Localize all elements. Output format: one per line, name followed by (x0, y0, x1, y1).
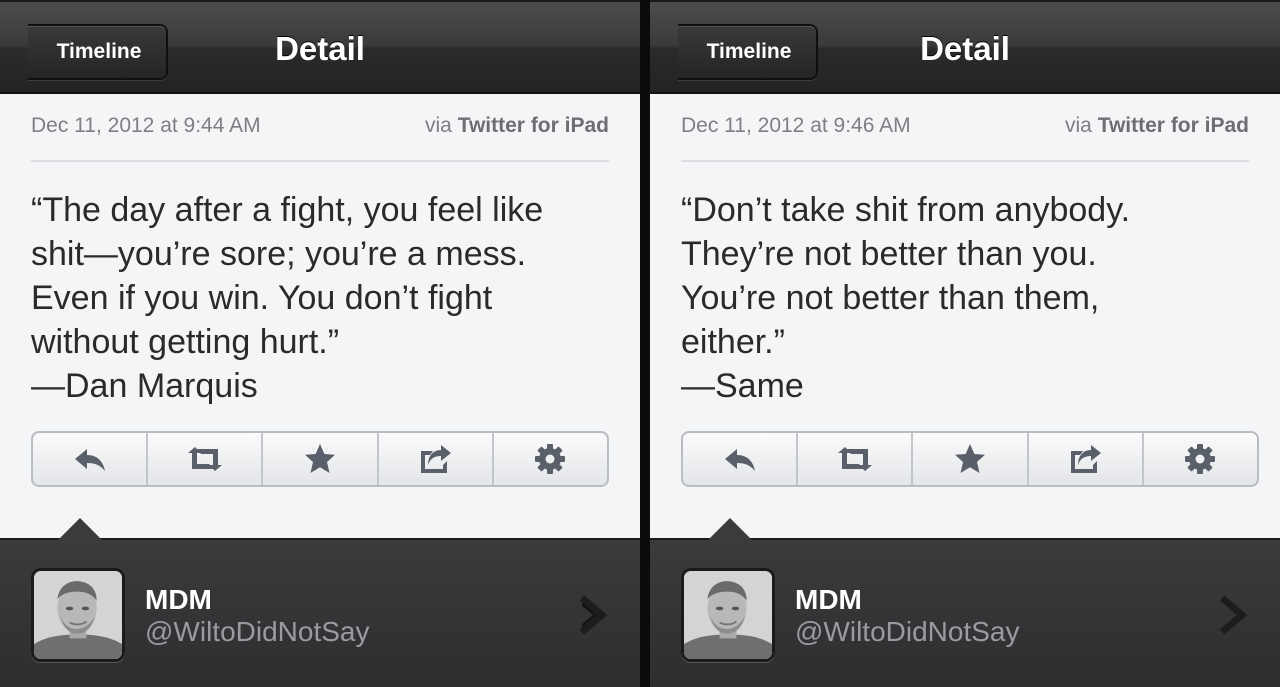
star-icon (305, 444, 335, 473)
settings-button[interactable] (494, 433, 607, 485)
gear-icon (1185, 444, 1216, 474)
share-icon (421, 445, 452, 473)
tweet-detail-screen-left: Timeline Detail Dec 11, 2012 at 9:44 AM … (0, 0, 640, 687)
avatar-photo (684, 571, 772, 659)
tweet-timestamp: Dec 11, 2012 at 9:46 AM (681, 114, 911, 137)
tweet-action-bar (31, 431, 609, 487)
author-name: MDM (145, 584, 212, 615)
retweet-icon (837, 447, 872, 471)
tweet-line: shit—you’re sore; you’re a mess. (31, 235, 527, 273)
retweet-icon (187, 447, 222, 471)
pointer-notch (58, 518, 102, 540)
favorite-button[interactable] (913, 433, 1029, 485)
reply-button[interactable] (683, 433, 799, 485)
gear-icon (535, 444, 566, 474)
via-prefix: via (425, 114, 452, 137)
tweet-line: Even if you win. You don’t fight (31, 279, 493, 317)
tweet-detail-screen-right: Timeline Detail Dec 11, 2012 at 9:46 AM … (650, 0, 1280, 687)
author-name: MDM (795, 584, 862, 615)
share-button[interactable] (379, 433, 494, 485)
author-profile-row[interactable]: MDM @WiltoDidNotSay (0, 518, 640, 687)
author-handle: @WiltoDidNotSay (795, 616, 1020, 647)
avatar[interactable] (31, 568, 125, 662)
share-button[interactable] (1029, 433, 1144, 485)
reply-icon (724, 449, 755, 471)
retweet-button[interactable] (798, 433, 914, 485)
divider (681, 160, 1249, 162)
tweet-action-bar (681, 431, 1259, 487)
via-prefix: via (1065, 114, 1092, 137)
tweet-text: “The day after a fight, you feel like sh… (31, 188, 620, 408)
tweet-line: either.” (681, 323, 785, 361)
reply-button[interactable] (33, 433, 149, 485)
tweet-meta: Dec 11, 2012 at 9:46 AM via Twitter for … (681, 114, 1249, 144)
navigation-bar: Timeline Detail (0, 0, 640, 94)
page-title: Detail (275, 30, 365, 67)
tweet-line: “Don’t take shit from anybody. (681, 191, 1131, 229)
pointer-notch (708, 518, 752, 540)
chevron-right-icon[interactable] (1218, 592, 1250, 638)
favorite-button[interactable] (263, 433, 379, 485)
tweet-line: “The day after a fight, you feel like (31, 191, 544, 229)
tweet-line: You’re not better than them, (681, 279, 1100, 317)
tweet-line: —Same (681, 367, 804, 405)
tweet-timestamp: Dec 11, 2012 at 9:44 AM (31, 114, 261, 137)
tweet-meta: Dec 11, 2012 at 9:44 AM via Twitter for … (31, 114, 609, 144)
share-icon (1071, 445, 1102, 473)
page-title: Detail (920, 30, 1010, 67)
tweet-line: —Dan Marquis (31, 367, 258, 405)
screen-divider (640, 0, 650, 687)
tweet-line: without getting hurt.” (31, 323, 340, 361)
source-link[interactable]: Twitter for iPad (1098, 114, 1249, 137)
tweet-line: They’re not better than you. (681, 235, 1097, 273)
navigation-bar: Timeline Detail (650, 0, 1280, 94)
chevron-right-icon[interactable] (578, 592, 610, 638)
tweet-source: via Twitter for iPad (1065, 114, 1249, 138)
source-link[interactable]: Twitter for iPad (458, 114, 609, 137)
settings-button[interactable] (1144, 433, 1257, 485)
reply-icon (74, 449, 105, 471)
retweet-button[interactable] (148, 433, 264, 485)
author-handle: @WiltoDidNotSay (145, 616, 370, 647)
divider (31, 160, 609, 162)
avatar[interactable] (681, 568, 775, 662)
tweet-text: “Don’t take shit from anybody. They’re n… (681, 188, 1260, 408)
avatar-photo (34, 571, 122, 659)
tweet-source: via Twitter for iPad (425, 114, 609, 138)
star-icon (955, 444, 985, 473)
author-profile-row[interactable]: MDM @WiltoDidNotSay (650, 518, 1280, 687)
